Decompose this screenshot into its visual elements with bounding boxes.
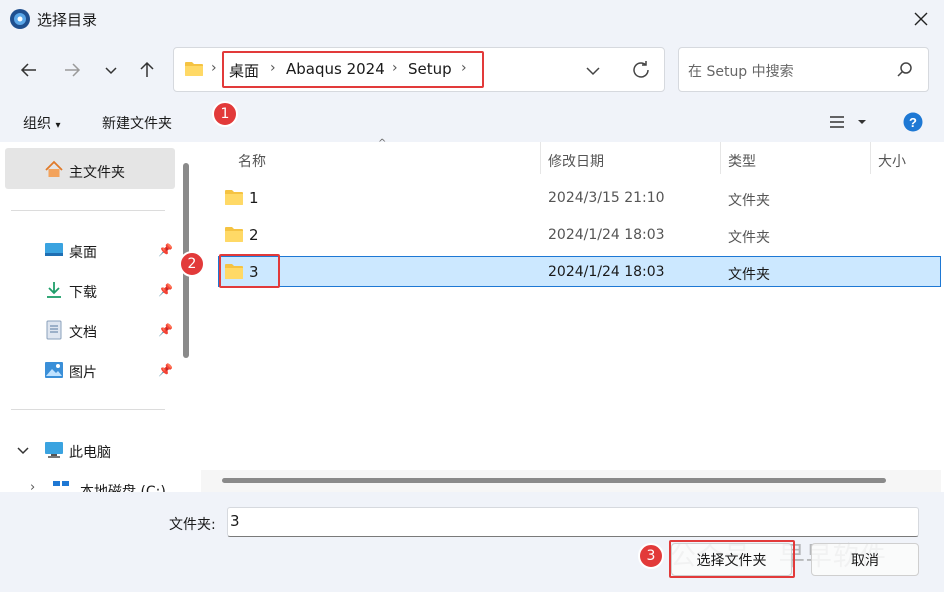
title-bar	[0, 0, 944, 38]
annotation-badge-3: 3	[638, 543, 664, 569]
column-header-size[interactable]: 大小	[878, 151, 906, 171]
arrow-right-icon	[65, 63, 81, 77]
sidebar-item-pictures[interactable]: 图片	[69, 362, 97, 382]
home-icon	[44, 160, 64, 180]
pin-icon: 📌	[158, 243, 173, 257]
pin-icon: 📌	[158, 323, 173, 337]
column-divider	[540, 142, 541, 174]
file-row-type: 文件夹	[728, 267, 770, 283]
sidebar-item-documents[interactable]: 文档	[69, 322, 97, 342]
chevron-right-icon: ›	[392, 60, 398, 76]
column-header-name[interactable]: 名称	[238, 151, 266, 171]
desktop-icon	[44, 241, 64, 259]
chevron-down-icon	[105, 67, 117, 75]
up-button[interactable]	[133, 56, 161, 84]
arrow-up-icon	[140, 61, 154, 77]
pin-icon: 📌	[158, 363, 173, 377]
file-row-name[interactable]: 1	[249, 189, 259, 207]
pin-icon: 📌	[158, 283, 173, 297]
folder-icon	[224, 189, 244, 206]
window-title: 选择目录	[37, 11, 98, 29]
column-header-type[interactable]: 类型	[728, 151, 756, 171]
sidebar-item-downloads[interactable]: 下载	[69, 282, 97, 302]
navigation-pane	[0, 142, 196, 492]
file-row-type: 文件夹	[728, 230, 770, 246]
arrow-left-icon	[20, 63, 36, 77]
back-button[interactable]	[15, 56, 43, 84]
document-icon	[45, 320, 63, 340]
search-input[interactable]: 在 Setup 中搜索	[688, 61, 794, 81]
search-icon	[896, 61, 914, 79]
organize-menu[interactable]: 组织 ▾	[23, 113, 60, 133]
folder-field-label: 文件夹:	[169, 517, 216, 533]
sort-ascending-icon: ^	[378, 138, 387, 149]
sidebar-item-local-disk[interactable]: 本地磁盘 (C:)	[80, 481, 166, 492]
chevron-down-icon	[586, 67, 600, 76]
recent-locations-button[interactable]	[97, 56, 125, 84]
file-row-modified: 2024/1/24 18:03	[548, 264, 665, 280]
file-row-name[interactable]: 2	[249, 226, 259, 244]
file-row-type: 文件夹	[728, 193, 770, 209]
drive-icon	[52, 480, 70, 492]
svg-text:?: ?	[909, 115, 917, 130]
expand-icon: ›	[30, 480, 36, 492]
annotation-badge-2: 2	[179, 251, 205, 277]
refresh-icon	[633, 61, 649, 78]
list-view-icon	[830, 116, 866, 128]
annotation-badge-1: 1	[212, 101, 238, 127]
forward-button[interactable]	[58, 56, 86, 84]
chevron-right-icon: ›	[270, 60, 276, 76]
refresh-button[interactable]	[630, 59, 652, 81]
new-folder-button[interactable]: 新建文件夹	[102, 113, 172, 133]
breadcrumb-abaqus[interactable]: Abaqus 2024	[286, 60, 385, 78]
caret-down-icon: ▾	[55, 120, 61, 131]
folder-name-input[interactable]	[227, 507, 919, 537]
sidebar-item-desktop[interactable]: 桌面	[69, 242, 97, 262]
column-divider	[720, 142, 721, 174]
chevron-down-icon	[17, 447, 29, 455]
sidebar-item-home-label: 主文件夹	[69, 165, 125, 181]
help-button[interactable]: ?	[903, 112, 923, 132]
column-header-modified[interactable]: 修改日期	[548, 151, 604, 171]
folder-name-value: 3	[230, 512, 240, 530]
view-options-button[interactable]	[828, 114, 868, 130]
sidebar-divider	[11, 409, 165, 410]
file-row-name[interactable]: 3	[249, 263, 259, 281]
breadcrumb-setup[interactable]: Setup	[408, 60, 452, 78]
folder-icon	[224, 226, 244, 243]
sidebar-item-this-pc[interactable]: 此电脑	[69, 442, 111, 462]
close-icon	[914, 12, 928, 26]
cancel-button[interactable]: 取消	[811, 543, 919, 576]
chevron-right-icon: ›	[461, 60, 467, 76]
download-icon	[44, 280, 64, 300]
computer-icon	[44, 441, 64, 459]
sidebar-overflow-clip: › 本地磁盘 (C:)	[0, 476, 196, 492]
annotation-box-3	[669, 540, 795, 578]
close-button[interactable]	[907, 6, 935, 32]
app-icon	[9, 8, 31, 30]
file-row-modified: 2024/1/24 18:03	[548, 227, 665, 243]
chevron-right-icon: ›	[211, 60, 217, 76]
sidebar-divider	[11, 210, 165, 211]
picture-icon	[44, 360, 64, 380]
help-icon: ?	[903, 112, 923, 132]
folder-icon	[184, 60, 204, 78]
column-divider	[870, 142, 871, 174]
address-dropdown-button[interactable]	[584, 62, 602, 80]
file-row-modified: 2024/3/15 21:10	[548, 190, 665, 206]
expand-this-pc-button[interactable]	[16, 444, 30, 458]
horizontal-scrollbar[interactable]	[222, 478, 886, 483]
breadcrumb-desktop[interactable]: 桌面	[229, 60, 259, 81]
folder-icon	[224, 263, 244, 280]
